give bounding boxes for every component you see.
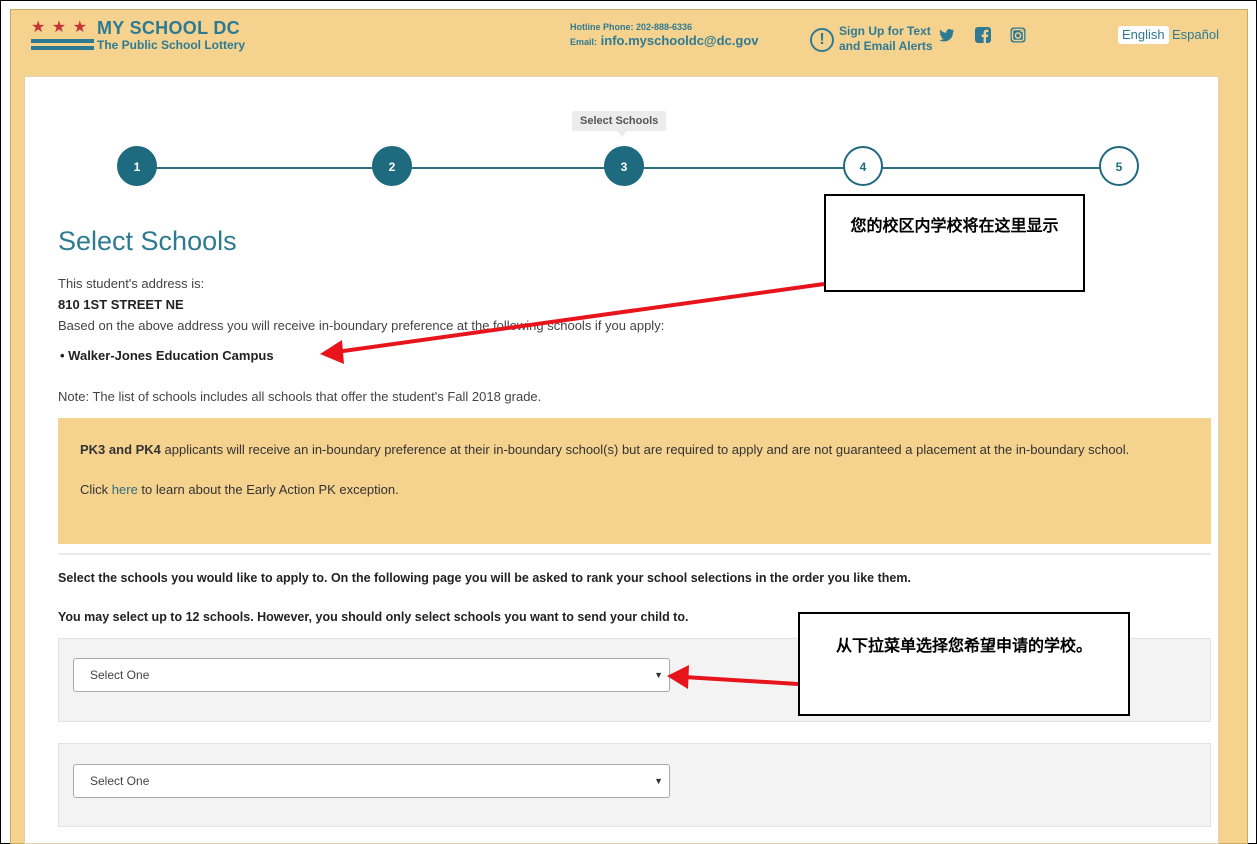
boundary-arrow-line [335, 282, 825, 354]
dropdown-arrow-head [667, 665, 689, 689]
dropdown-arrow-line [683, 675, 799, 686]
boundary-arrow-head [320, 340, 344, 364]
callout-arrows [320, 282, 825, 689]
